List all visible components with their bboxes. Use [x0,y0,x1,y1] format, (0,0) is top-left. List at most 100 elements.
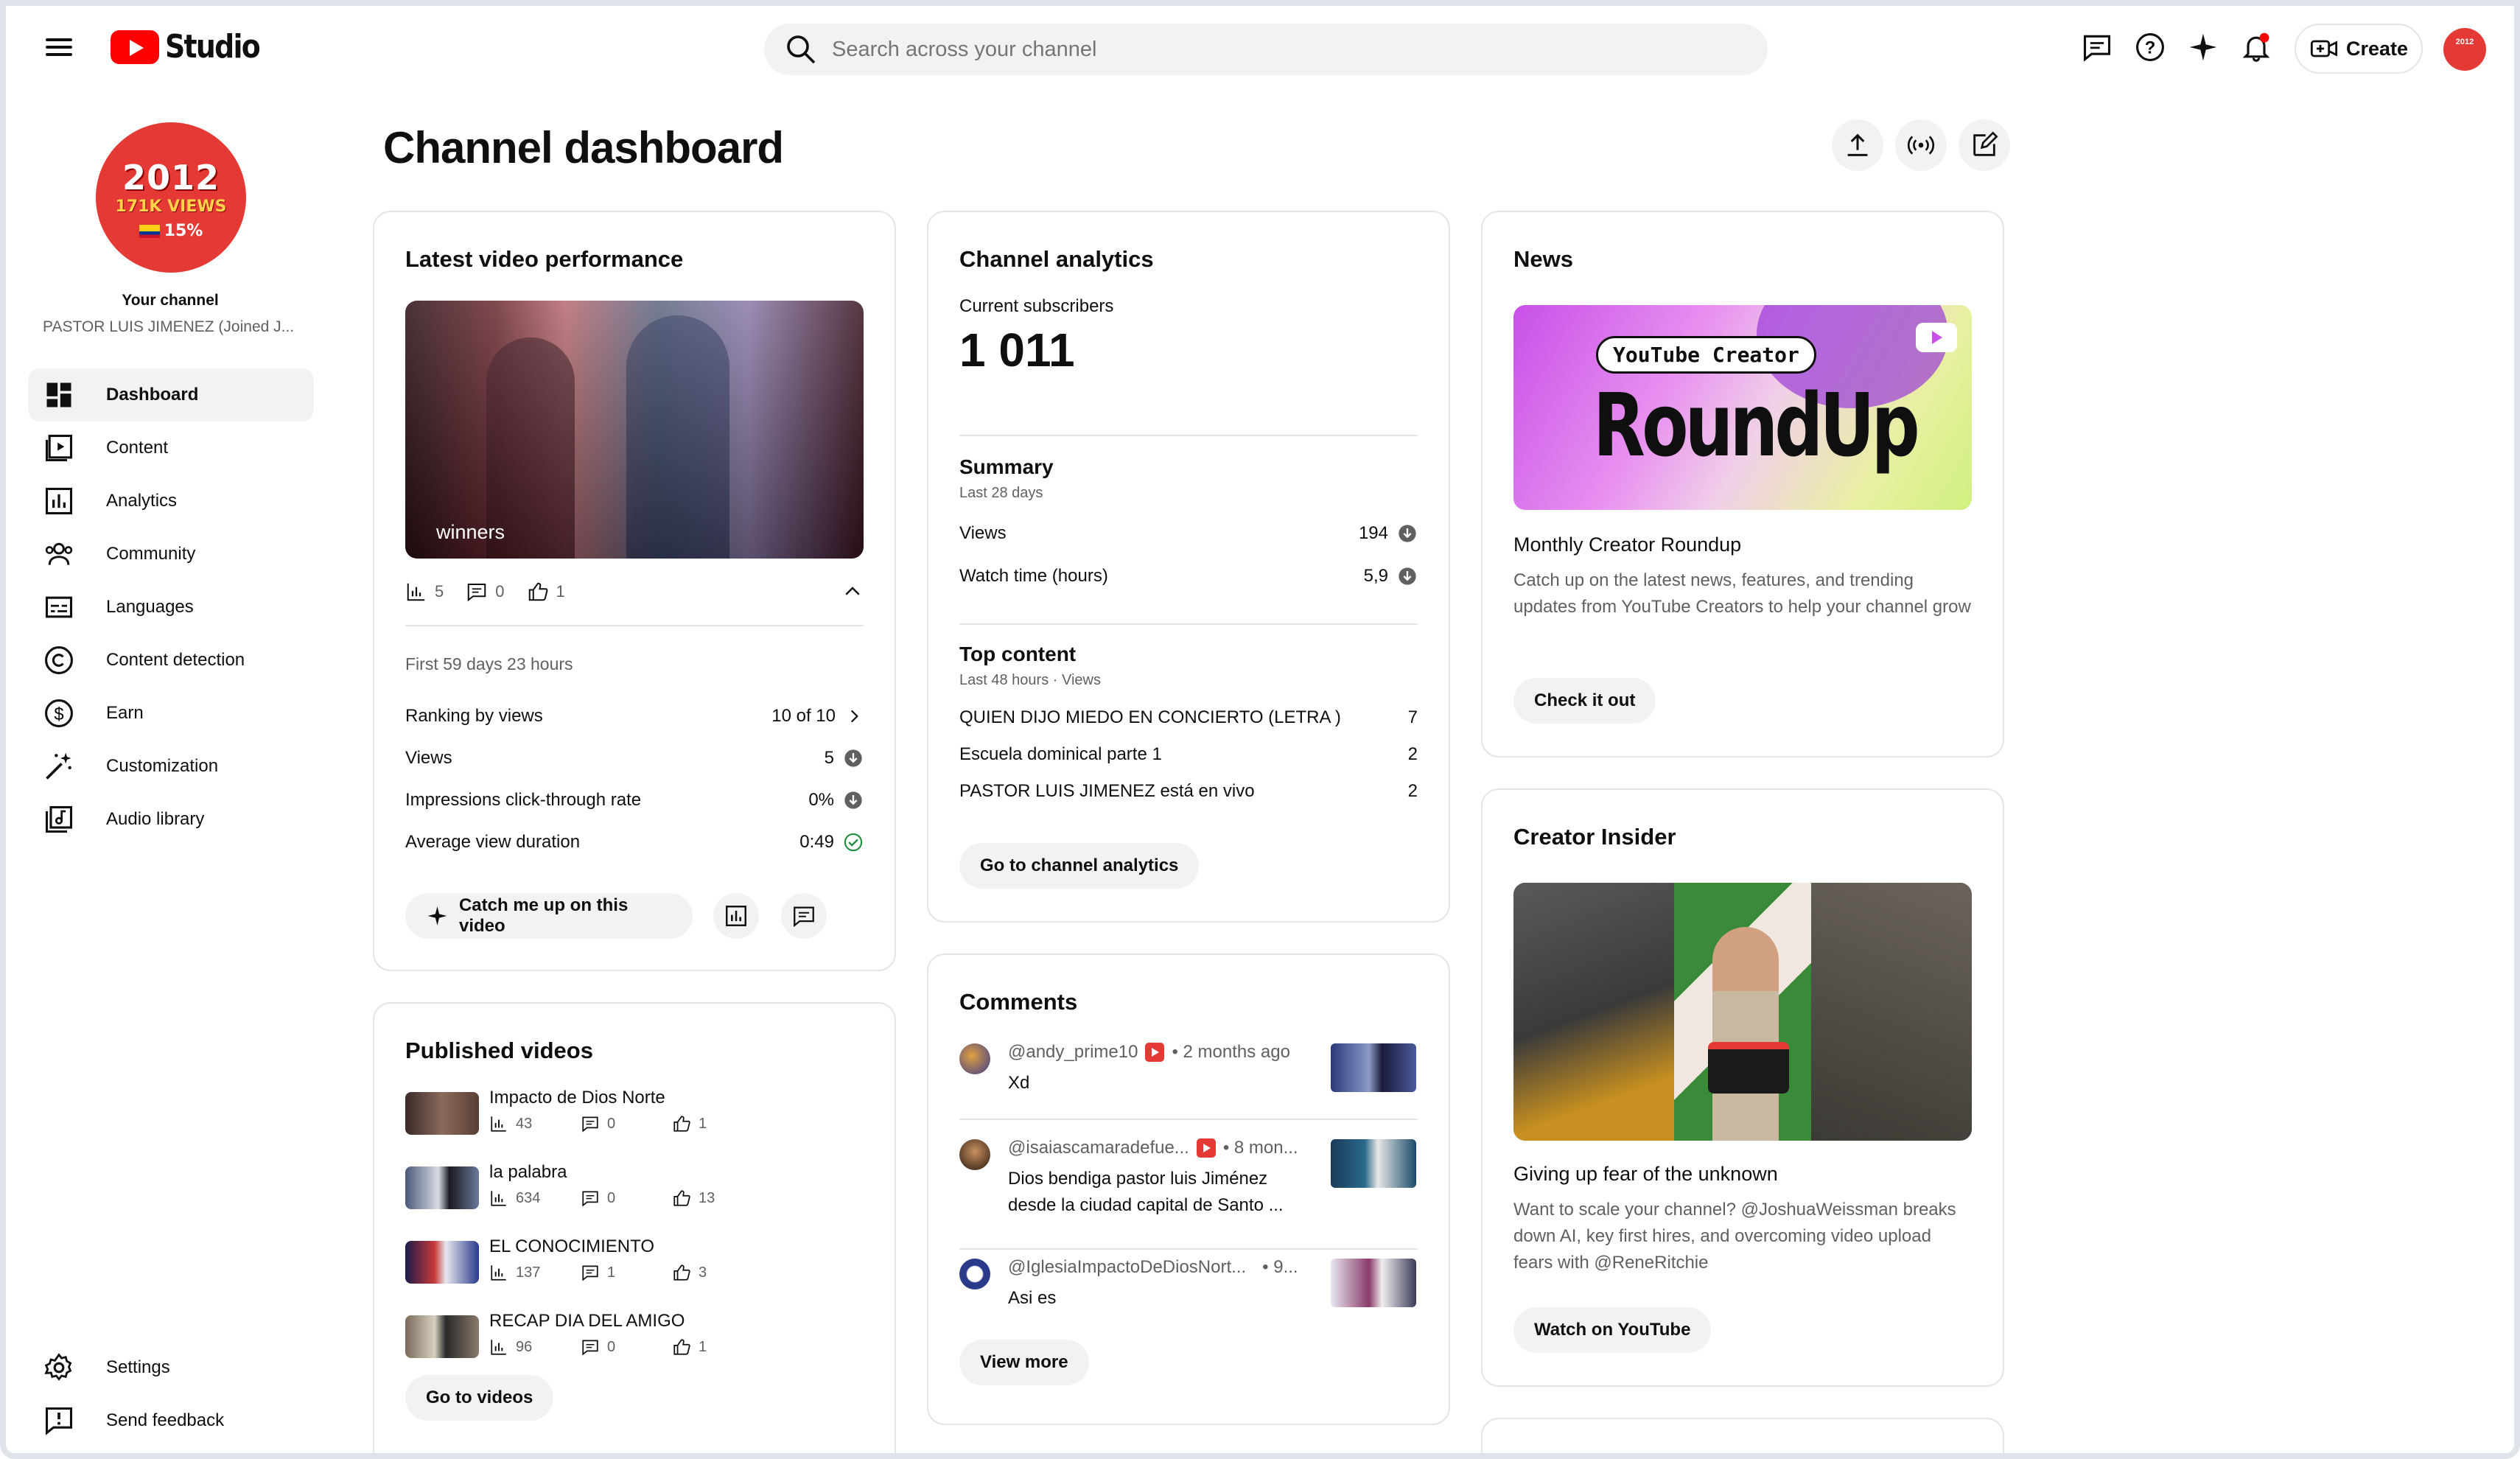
news-image[interactable]: YouTube Creator RoundUp [1513,305,1972,510]
sidebar-item-label: Settings [106,1357,170,1377]
top-content-row[interactable]: PASTOR LUIS JIMENEZ está en vivo 2 [959,777,1418,806]
likes-stat: 13 [672,1189,763,1208]
sidebar-item-content[interactable]: Content [28,421,314,475]
studio-logo[interactable]: Studio [111,28,275,66]
notifications-icon[interactable] [2237,28,2275,66]
row-value-wrap: 0:49 [799,832,864,853]
views-count: 96 [516,1338,533,1355]
comment-item[interactable]: @isaiascamaradefue... • 8 mon... Dios ben… [959,1138,1416,1242]
news-image-badge: YouTube Creator [1596,336,1816,374]
check-it-out-button[interactable]: Check it out [1513,678,1656,724]
views-stat: 634 [489,1189,581,1208]
messages-icon[interactable] [2078,28,2116,66]
news-headline: Monthly Creator Roundup [1513,533,1742,556]
sidebar-item-dashboard[interactable]: Dashboard [28,368,314,421]
video-analytics-button[interactable] [713,893,759,939]
sparkle-icon[interactable] [2184,28,2222,66]
sidebar-item-audio-library[interactable]: Audio library [28,793,314,846]
comment-meta: @andy_prime10 • 2 months ago [1008,1042,1290,1063]
top-content-row[interactable]: Escuela dominical parte 1 2 [959,740,1418,769]
comment-user: @andy_prime10 [1008,1042,1138,1062]
list-item[interactable]: la palabra 634 0 13 [405,1162,877,1214]
dollar-icon: $ [45,699,73,727]
menu-icon[interactable] [46,34,72,60]
bar-chart-icon [407,583,425,601]
create-post-button[interactable] [1959,119,2010,171]
video-title: la palabra [489,1162,567,1182]
divider [959,435,1418,436]
youtube-play-icon [111,29,159,64]
subscribers-value: 1 011 [959,323,1075,377]
likes-count: 1 [699,1115,707,1132]
go-to-analytics-button[interactable]: Go to channel analytics [959,843,1200,889]
video-title: Impacto de Dios Norte [489,1088,665,1108]
chevron-up-icon[interactable] [841,581,864,603]
insider-image[interactable] [1513,883,1972,1141]
studio-window: Studio ? Create 2012 2012 171K VIEWS 15%… [0,0,2520,1459]
ranking-row[interactable]: Ranking by views 10 of 10 [405,701,864,731]
search-input[interactable] [832,37,1716,62]
summary-period: Last 28 days [959,485,1043,501]
catch-up-button[interactable]: Catch me up on this video [405,893,693,939]
thumbs-up-icon [673,1190,690,1206]
row-label: PASTOR LUIS JIMENEZ está en vivo [959,781,1255,801]
latest-video-thumbnail[interactable]: winners [405,301,864,559]
arrow-down-icon [1399,525,1416,542]
summary-title: Summary [959,455,1054,478]
row-value-wrap: 5,9 [1364,566,1418,587]
sidebar-item-earn[interactable]: $ Earn [28,687,314,740]
search-bar[interactable] [764,24,1768,75]
top-content-row[interactable]: QUIEN DIJO MIEDO EN CONCIERTO (LETRA ) 7 [959,703,1418,732]
sidebar-item-send-feedback[interactable]: Send feedback [28,1394,314,1447]
view-more-button[interactable]: View more [959,1340,1089,1385]
account-avatar[interactable]: 2012 [2443,28,2486,71]
upload-button[interactable] [1832,119,1883,171]
sidebar-item-community[interactable]: Community [28,528,314,581]
likes-stat: 1 [672,1114,763,1133]
sidebar-item-content-detection[interactable]: Content detection [28,634,314,687]
video-stats: 634 0 13 [489,1189,763,1208]
row-label: Watch time (hours) [959,566,1108,586]
ctr-row: Impressions click-through rate 0% [405,786,864,815]
row-label: Ranking by views [405,706,543,726]
list-item[interactable]: RECAP DIA DEL AMIGO 96 0 1 [405,1311,877,1362]
audio-library-icon [45,805,73,833]
bar-chart-icon [491,1340,506,1355]
sidebar-item-languages[interactable]: Languages [28,581,314,634]
comment-item[interactable]: @IglesiaImpactoDeDiosNort... • 9... Asi e… [959,1257,1416,1340]
check-circle-icon [844,833,863,852]
insider-person [1712,927,1779,1141]
list-item[interactable]: EL CONOCIMIENTO 137 1 3 [405,1236,877,1288]
go-live-button[interactable] [1895,119,1947,171]
divider [959,1248,1418,1250]
video-comments-button[interactable] [781,893,827,939]
thumbs-up-icon [673,1116,690,1132]
help-icon[interactable]: ? [2131,28,2169,66]
comments-count: 0 [607,1115,616,1132]
likes-stat: 1 [527,581,565,603]
go-to-videos-button[interactable]: Go to videos [405,1375,554,1421]
row-value-wrap: 194 [1359,523,1418,544]
svg-text:$: $ [54,704,63,724]
sidebar-item-customization[interactable]: Customization [28,740,314,793]
comment-time: • 8 mon... [1222,1138,1298,1158]
languages-icon [45,596,73,618]
avd-value: 0:49 [799,832,834,852]
comment-video-thumbnail [1331,1139,1416,1188]
thumbs-up-icon [528,582,547,601]
top-content-value: 7 [1407,707,1418,727]
avatar-year: 2012 [122,158,220,197]
list-item[interactable]: Impacto de Dios Norte 43 0 1 [405,1088,877,1139]
channel-avatar[interactable]: 2012 171K VIEWS 15% [96,122,246,273]
comment-icon [582,1191,598,1207]
upload-icon [1847,133,1868,156]
comment-item[interactable]: @andy_prime10 • 2 months ago Xd [959,1042,1416,1147]
watch-on-youtube-button[interactable]: Watch on YouTube [1513,1307,1712,1353]
sidebar-item-analytics[interactable]: Analytics [28,475,314,528]
views-row: Views 5 [405,744,864,773]
create-button[interactable]: Create [2295,24,2423,74]
latest-video-name: winners [436,521,505,543]
comment-video-thumbnail [1331,1259,1416,1307]
subscribers-label: Current subscribers [959,296,1114,316]
sidebar-item-settings[interactable]: Settings [28,1341,314,1394]
